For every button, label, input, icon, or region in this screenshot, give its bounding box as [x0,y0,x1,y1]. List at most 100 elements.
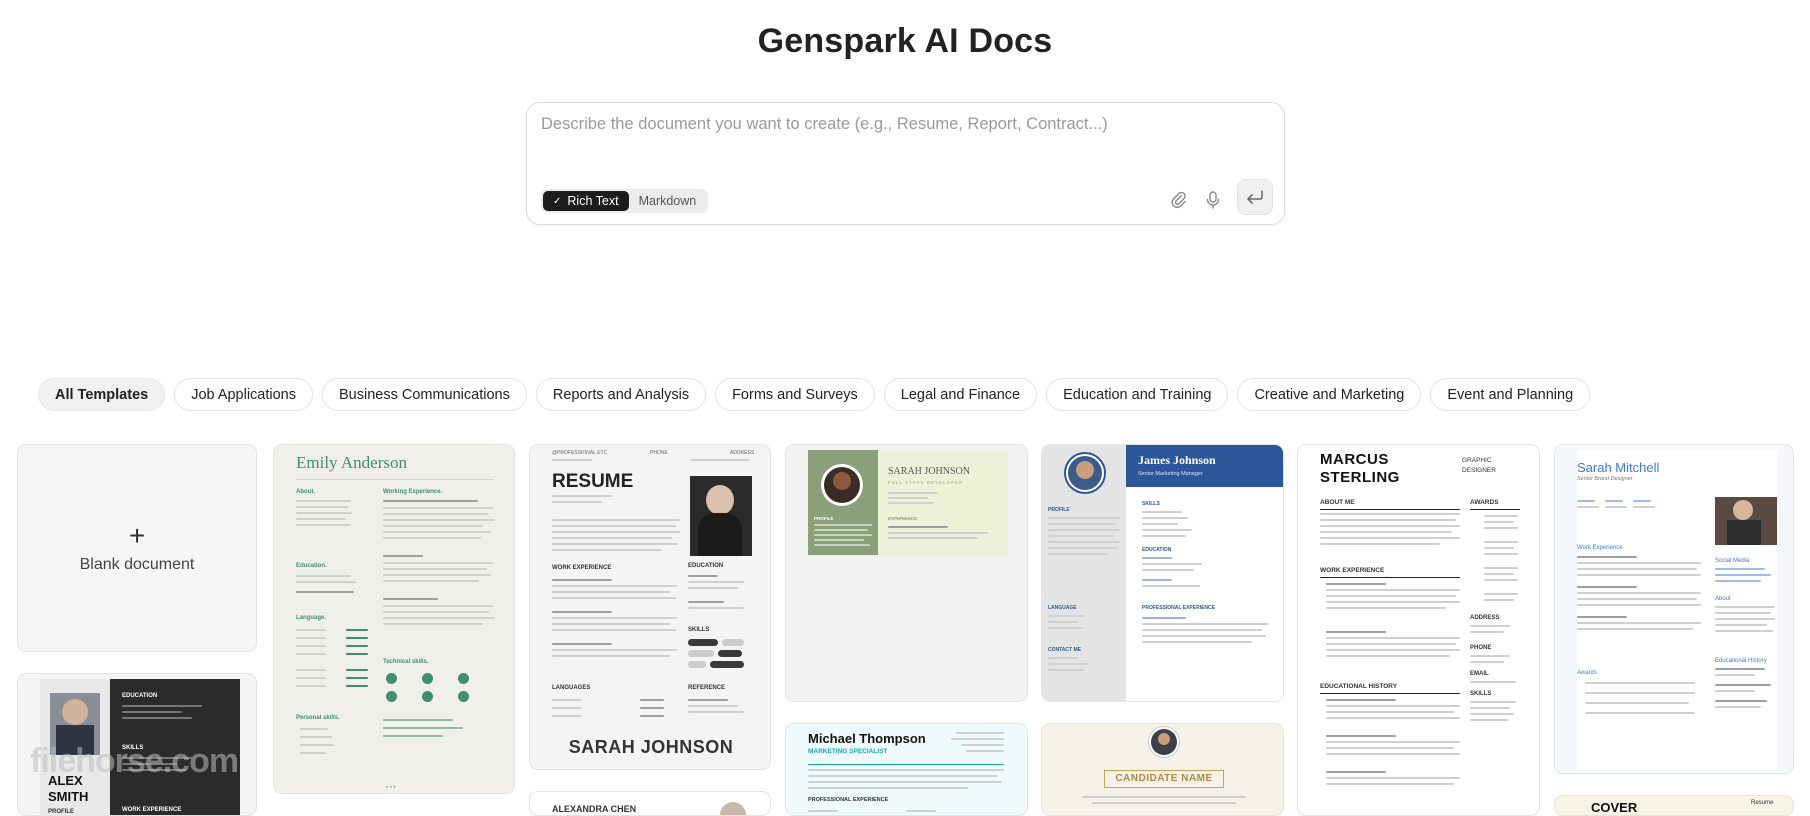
michael-name: Michael Thompson [808,731,926,746]
mitchell-about: About [1715,596,1731,602]
template-card-emily-anderson[interactable]: Emily Anderson About. Working Experience… [273,444,515,794]
emily-about: About. [296,489,315,495]
marcus-skills: SKILLS [1470,691,1492,697]
alex-profile: PROFILE [48,809,75,815]
rich-text-label: Rich Text [567,194,619,208]
marcus-role-1: GRAPHIC [1462,457,1492,464]
james-skills: SKILLS [1142,501,1160,507]
resume-skills: SKILLS [688,627,710,633]
marcus-awards: AWARDS [1470,499,1499,506]
paperclip-icon[interactable] [1164,185,1194,215]
mitchell-awards: Awards [1577,670,1597,676]
marcus-last: STERLING [1320,469,1400,486]
category-education-training[interactable]: Education and Training [1046,378,1229,411]
sarah-green-subtitle: FULL STACK DEVELOPER [888,480,964,485]
james-role: Senior Marketing Manager [1138,471,1203,477]
marcus-first: MARCUS [1320,451,1389,468]
template-card-james-johnson[interactable]: James Johnson Senior Marketing Manager S… [1041,444,1284,702]
james-contact: CONTACT ME [1048,647,1081,653]
alex-work: WORK EXPERIENCE [122,807,182,813]
template-card-alexandra-chen[interactable]: ALEXANDRA CHEN [529,791,771,816]
watermark: filehorse.com [30,742,239,780]
cover-sub: Resume [1751,800,1774,806]
james-professional: PROFESSIONAL EXPERIENCE [1142,605,1215,611]
template-card-michael-thompson[interactable]: Michael Thompson MARKETING SPECIALIST PR… [785,723,1028,816]
category-creative-marketing[interactable]: Creative and Marketing [1237,378,1422,411]
marcus-email: EMAIL [1470,671,1489,677]
resume-top-left: @PROFESSIONAL ETC [552,450,608,456]
emily-experience: Working Experience. [383,489,443,495]
markdown-button[interactable]: Markdown [629,191,707,211]
template-preview: James Johnson Senior Marketing Manager S… [1042,445,1283,701]
michael-section: PROFESSIONAL EXPERIENCE [808,797,889,803]
mitchell-social: Social Media [1715,558,1750,564]
category-all-templates[interactable]: All Templates [38,378,166,411]
check-icon: ✓ [553,195,562,207]
james-profile: PROFILE [1048,507,1070,513]
michael-role: MARKETING SPECIALIST [808,748,888,755]
category-business-communications[interactable]: Business Communications [322,378,527,411]
document-prompt-box: ✓ Rich Text Markdown [526,102,1285,225]
cover-label: COVER [1591,800,1638,815]
james-name: James Johnson [1138,453,1216,467]
plus-icon: + [128,520,146,551]
resume-work: WORK EXPERIENCE [552,565,612,571]
candidate-label: CANDIDATE NAME [1104,770,1224,788]
james-language: LANGUAGE [1048,605,1077,611]
blank-document-card[interactable]: + Blank document [17,444,257,652]
sarah-green-profile: PROFILE [814,516,834,521]
resume-reference: REFERENCE [688,685,726,691]
emily-personal: Personal skills. [296,715,340,721]
blank-document-label: Blank document [79,556,195,573]
sarah-green-name: SARAH JOHNSON [888,466,970,477]
james-education: EDUCATION [1142,547,1172,553]
template-card-sarah-mitchell[interactable]: Sarah Mitchell Senior Brand Designer Wor… [1554,444,1794,774]
marcus-work: WORK EXPERIENCE [1320,567,1385,574]
page-title: Genspark AI Docs [757,22,1053,60]
emily-technical: Technical skills. [383,659,429,665]
marcus-role-2: DESIGNER [1462,467,1496,474]
resume-languages: LANGUAGES [552,685,591,691]
mitchell-name: Sarah Mitchell [1577,460,1660,475]
template-card-candidate-name[interactable]: CANDIDATE NAME [1041,723,1284,816]
alexandra-name: ALEXANDRA CHEN [552,804,637,814]
resume-heading: RESUME [552,471,634,492]
send-button[interactable] [1237,179,1273,215]
template-category-bar: All Templates Job Applications Business … [38,378,1591,411]
emily-name: Emily Anderson [296,453,407,472]
emily-language: Language. [296,615,327,621]
prompt-input[interactable] [541,115,1261,155]
sarah-green-experience: EXPERIENCE [888,516,918,521]
mitchell-role: Senior Brand Designer [1577,476,1633,482]
category-forms-surveys[interactable]: Forms and Surveys [715,378,875,411]
resume-name: SARAH JOHNSON [568,737,734,757]
category-legal-finance[interactable]: Legal and Finance [883,378,1038,411]
emily-education: Education. [296,563,327,569]
marcus-phone: PHONE [1470,645,1492,651]
resume-top-right: ADDRESS [730,450,755,456]
template-preview: PROFILE SARAH JOHNSON FULL STACK DEVELOP… [808,450,1008,555]
carousel-pager: • • • [386,785,396,791]
resume-education: EDUCATION [688,563,724,569]
template-card-cover[interactable]: COVER Resume [1554,795,1794,816]
microphone-icon[interactable] [1198,185,1228,215]
category-reports-analysis[interactable]: Reports and Analysis [535,378,707,411]
marcus-about: ABOUT ME [1320,499,1355,506]
template-preview: Sarah Mitchell Senior Brand Designer Wor… [1577,450,1777,770]
markdown-label: Markdown [638,194,697,208]
template-card-resume-sarah[interactable]: @PROFESSIONAL ETC PHONE ADDRESS RESUME W… [529,444,771,770]
send-enter-icon [1247,190,1263,204]
marcus-address: ADDRESS [1470,615,1500,621]
rich-text-button[interactable]: ✓ Rich Text [543,191,629,211]
template-card-marcus-sterling[interactable]: MARCUS STERLING GRAPHIC DESIGNER ABOUT M… [1297,444,1540,816]
marcus-education: EDUCATIONAL HISTORY [1320,683,1398,690]
alex-education: EDUCATION [122,693,158,699]
mitchell-work: Work Experience [1577,545,1623,551]
resume-top-mid: PHONE [650,450,668,456]
template-card-sarah-green[interactable]: PROFILE SARAH JOHNSON FULL STACK DEVELOP… [785,444,1028,702]
category-job-applications[interactable]: Job Applications [174,378,313,411]
category-event-planning[interactable]: Event and Planning [1430,378,1591,411]
format-toggle: ✓ Rich Text Markdown [541,189,709,213]
mitchell-education: Educational History [1715,658,1767,664]
alex-last: SMITH [48,789,89,804]
